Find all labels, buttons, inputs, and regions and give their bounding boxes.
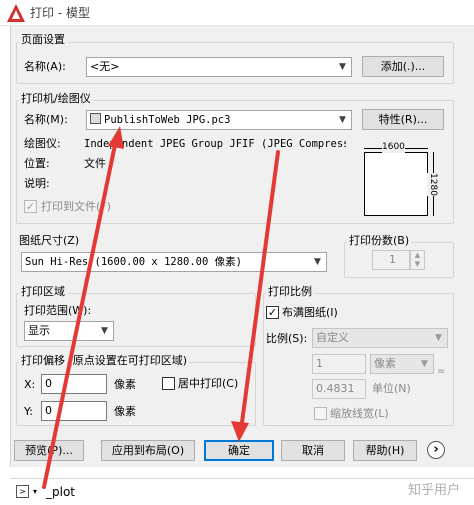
plot-area-dropdown[interactable]: 显示 ▼: [24, 321, 114, 341]
printer-name-value: PublishToWeb JPG.pc3: [104, 114, 231, 126]
scale-value2-input[interactable]: 0.4831: [312, 379, 366, 399]
paper-preview-width: 1600: [382, 142, 405, 153]
watermark-text: 知乎用户: [408, 483, 461, 498]
scale-value1-input[interactable]: 1: [312, 354, 366, 374]
scale-lineweights-label: 缩放线宽(L): [330, 407, 389, 420]
chevron-down-icon: ▼: [430, 329, 447, 347]
scale-unit-value: 像素: [374, 357, 396, 370]
paper-size-group-label: 图纸尺寸(Z): [19, 234, 80, 247]
chevron-down-icon: ▼: [334, 58, 351, 76]
description-label: 说明:: [24, 177, 50, 190]
add-page-setup-button[interactable]: 添加(.)...: [362, 56, 444, 77]
page-setup-name-value: <无>: [90, 60, 120, 73]
window-title: 打印 - 模型: [30, 6, 90, 20]
scale-unit-label: 单位(N): [372, 382, 411, 395]
more-options-button[interactable]: ›: [427, 441, 445, 459]
plotter-value: Independent JPEG Group JFIF (JPEG Compre…: [84, 138, 346, 150]
paper-preview-sheet: [364, 152, 428, 216]
scale-dropdown[interactable]: 自定义 ▼: [312, 328, 448, 348]
preview-button[interactable]: 预览(P)...: [14, 440, 84, 461]
offset-y-input[interactable]: 0: [41, 401, 107, 421]
paper-size-dropdown[interactable]: Sun Hi-Res (1600.00 x 1280.00 像素) ▼: [21, 252, 327, 272]
chevron-down-icon: ▼: [309, 253, 326, 271]
printer-properties-button[interactable]: 特性(R)...: [362, 109, 444, 130]
center-plot-checkbox[interactable]: [162, 377, 175, 390]
copies-group-label: 打印份数(B): [347, 234, 412, 248]
paper-size-value: Sun Hi-Res (1600.00 x 1280.00 像素): [25, 256, 242, 268]
offset-x-unit: 像素: [114, 378, 136, 391]
title-bar: 打印 - 模型: [0, 0, 474, 26]
autocad-logo-icon: [6, 3, 26, 23]
plot-area-what-label: 打印范围(W):: [24, 304, 92, 317]
printer-group-label: 打印机/绘图仪: [19, 92, 93, 106]
equals-sign: =: [437, 366, 446, 377]
plot-to-file-checkbox[interactable]: ✓: [24, 200, 37, 213]
cancel-button[interactable]: 取消: [281, 440, 345, 461]
apply-to-layout-button[interactable]: 应用到布局(O): [101, 440, 195, 461]
fit-to-paper-label: 布满图纸(I): [282, 306, 338, 319]
offset-x-label: X:: [24, 378, 36, 391]
chevron-down-icon: ▼: [416, 355, 433, 373]
page-setup-group-label: 页面设置: [19, 33, 67, 47]
command-prompt-icon: >: [16, 485, 29, 498]
scale-unit-dropdown[interactable]: 像素 ▼: [370, 354, 434, 374]
location-value: 文件: [84, 157, 106, 170]
chevron-right-icon: ›: [433, 442, 439, 457]
plot-offset-group-label: 打印偏移 (原点设置在可打印区域): [19, 354, 190, 368]
command-line[interactable]: > ▾ _plot 知乎用户: [10, 478, 474, 505]
chevron-down-icon: ▼: [96, 322, 113, 340]
command-text: _plot: [46, 485, 75, 499]
plot-scale-group-label: 打印比例: [266, 285, 314, 299]
offset-x-input[interactable]: 0: [41, 374, 107, 394]
fit-to-paper-checkbox[interactable]: ✓: [266, 306, 279, 319]
scale-value: 自定义: [316, 331, 349, 344]
printer-name-label: 名称(M):: [24, 113, 68, 126]
plotter-label: 绘图仪:: [24, 137, 61, 150]
printer-icon: [90, 113, 101, 124]
center-plot-label: 居中打印(C): [178, 377, 239, 390]
paper-preview-height: 1280: [426, 173, 438, 196]
plot-to-file-label: 打印到文件(F): [41, 200, 111, 213]
page-setup-name-label: 名称(A):: [24, 60, 66, 73]
location-label: 位置:: [24, 157, 50, 170]
copies-input[interactable]: 1: [372, 250, 410, 270]
chevron-down-icon: ▼: [334, 111, 351, 129]
copies-spinner[interactable]: ▲ ▼: [410, 250, 425, 270]
ok-button[interactable]: 确定: [204, 440, 274, 461]
printer-name-dropdown[interactable]: PublishToWeb JPG.pc3 ▼: [86, 110, 352, 130]
paper-preview: 1600 1280: [358, 140, 448, 222]
help-button[interactable]: 帮助(H): [353, 440, 417, 461]
plot-area-value: 显示: [28, 324, 50, 337]
offset-y-label: Y:: [24, 405, 33, 418]
scale-lineweights-checkbox[interactable]: [314, 407, 327, 420]
scale-label: 比例(S):: [266, 332, 308, 345]
page-setup-name-dropdown[interactable]: <无> ▼: [86, 57, 352, 77]
chevron-down-icon: ▾: [33, 487, 38, 496]
plot-area-group-label: 打印区域: [19, 285, 67, 299]
offset-y-unit: 像素: [114, 405, 136, 418]
